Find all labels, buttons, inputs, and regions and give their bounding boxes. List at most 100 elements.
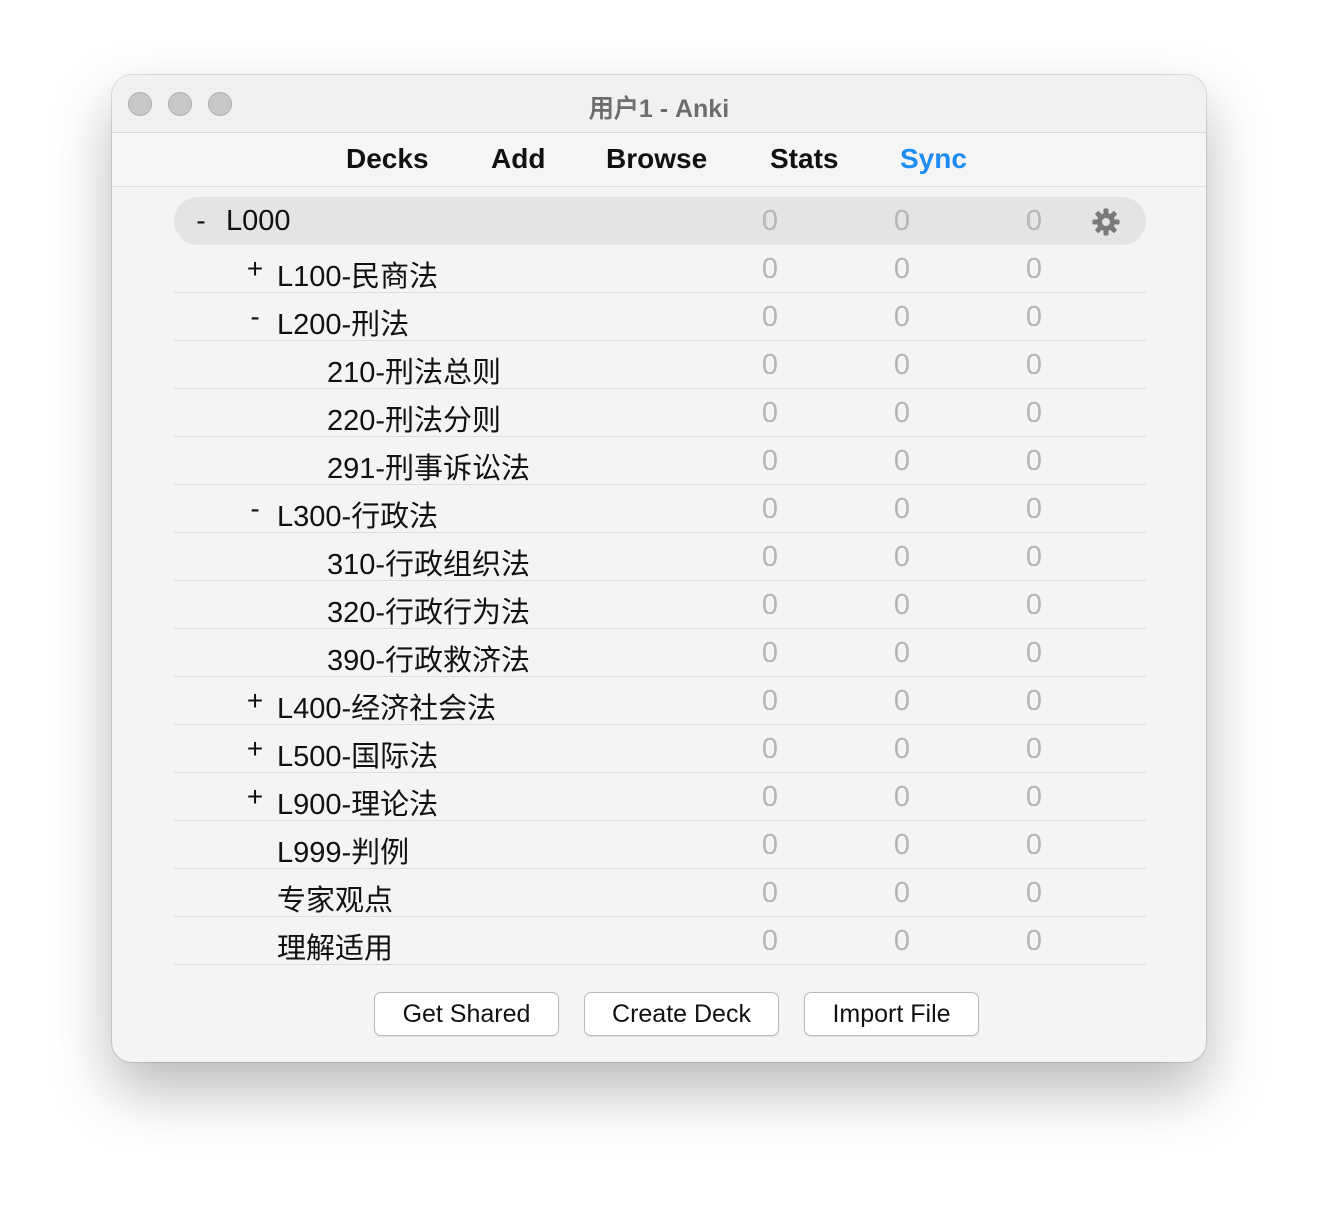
deck-count-new: 0 (761, 397, 779, 429)
deck-count-new: 0 (761, 829, 779, 861)
deck-name[interactable]: 理解适用 (277, 925, 393, 967)
deck-count-due: 0 (1025, 349, 1043, 381)
deck-count-new: 0 (761, 733, 779, 765)
deck-count-due: 0 (1025, 637, 1043, 669)
toolbar-sync[interactable]: Sync (900, 143, 967, 175)
deck-count-learn: 0 (893, 925, 911, 957)
expand-deck-toggle[interactable]: + (244, 253, 266, 285)
deck-count-learn: 0 (893, 493, 911, 525)
deck-count-due: 0 (1025, 205, 1043, 237)
deck-count-due: 0 (1025, 829, 1043, 861)
deck-count-due: 0 (1025, 397, 1043, 429)
toolbar-browse[interactable]: Browse (606, 143, 707, 175)
deck-count-learn: 0 (893, 685, 911, 717)
deck-name[interactable]: L999-判例 (277, 829, 409, 871)
deck-count-new: 0 (761, 253, 779, 285)
deck-count-new: 0 (761, 301, 779, 333)
deck-row[interactable]: + L900-理论法 0 0 0 (174, 773, 1146, 821)
deck-row[interactable]: 320-行政行为法 0 0 0 (174, 581, 1146, 629)
deck-row[interactable]: 220-刑法分则 0 0 0 (174, 389, 1146, 437)
import-file-button[interactable]: Import File (804, 992, 979, 1036)
deck-count-learn: 0 (893, 781, 911, 813)
deck-name[interactable]: L900-理论法 (277, 781, 438, 823)
deck-count-learn: 0 (893, 877, 911, 909)
deck-count-due: 0 (1025, 685, 1043, 717)
deck-count-due: 0 (1025, 733, 1043, 765)
gear-icon[interactable] (1090, 206, 1122, 238)
deck-name[interactable]: 390-行政救济法 (327, 637, 530, 679)
deck-count-learn: 0 (893, 253, 911, 285)
collapse-deck-toggle[interactable]: - (244, 493, 266, 525)
deck-count-due: 0 (1025, 445, 1043, 477)
deck-name[interactable]: 291-刑事诉讼法 (327, 445, 530, 487)
deck-row[interactable]: 310-行政组织法 0 0 0 (174, 533, 1146, 581)
deck-count-new: 0 (761, 589, 779, 621)
deck-name[interactable]: L000 (226, 205, 291, 238)
deck-count-due: 0 (1025, 301, 1043, 333)
deck-count-new: 0 (761, 445, 779, 477)
deck-count-learn: 0 (893, 541, 911, 573)
bottom-button-bar: Get Shared Create Deck Import File (112, 992, 1206, 1038)
deck-row[interactable]: 理解适用 0 0 0 (174, 917, 1146, 965)
deck-count-due: 0 (1025, 877, 1043, 909)
main-toolbar: Decks Add Browse Stats Sync (112, 133, 1206, 187)
deck-count-new: 0 (761, 541, 779, 573)
title-bar[interactable]: 用户1 - Anki (112, 75, 1206, 133)
deck-count-new: 0 (761, 637, 779, 669)
deck-count-learn: 0 (893, 829, 911, 861)
deck-row[interactable]: - L000 0 0 0 (174, 197, 1146, 245)
deck-name[interactable]: L400-经济社会法 (277, 685, 496, 727)
deck-row[interactable]: 291-刑事诉讼法 0 0 0 (174, 437, 1146, 485)
deck-row[interactable]: 专家观点 0 0 0 (174, 869, 1146, 917)
collapse-deck-toggle[interactable]: - (190, 205, 212, 237)
deck-count-learn: 0 (893, 445, 911, 477)
collapse-deck-toggle[interactable]: - (244, 301, 266, 333)
deck-name[interactable]: 320-行政行为法 (327, 589, 530, 631)
deck-count-learn: 0 (893, 205, 911, 237)
deck-count-new: 0 (761, 925, 779, 957)
toolbar-stats[interactable]: Stats (770, 143, 838, 175)
deck-count-learn: 0 (893, 733, 911, 765)
deck-name[interactable]: 220-刑法分则 (327, 397, 501, 439)
deck-count-learn: 0 (893, 301, 911, 333)
deck-row[interactable]: + L400-经济社会法 0 0 0 (174, 677, 1146, 725)
deck-count-learn: 0 (893, 589, 911, 621)
anki-window: 用户1 - Anki Decks Add Browse Stats Sync -… (112, 75, 1206, 1062)
deck-row[interactable]: + L500-国际法 0 0 0 (174, 725, 1146, 773)
deck-name[interactable]: L500-国际法 (277, 733, 438, 775)
deck-row[interactable]: L999-判例 0 0 0 (174, 821, 1146, 869)
deck-count-due: 0 (1025, 781, 1043, 813)
expand-deck-toggle[interactable]: + (244, 781, 266, 813)
deck-count-learn: 0 (893, 397, 911, 429)
deck-count-new: 0 (761, 205, 779, 237)
deck-name[interactable]: L100-民商法 (277, 253, 438, 295)
deck-count-new: 0 (761, 685, 779, 717)
window-title: 用户1 - Anki (588, 95, 730, 123)
create-deck-button[interactable]: Create Deck (584, 992, 779, 1036)
toolbar-decks[interactable]: Decks (346, 143, 429, 175)
get-shared-button[interactable]: Get Shared (374, 992, 559, 1036)
deck-name[interactable]: L300-行政法 (277, 493, 438, 535)
deck-count-due: 0 (1025, 541, 1043, 573)
deck-count-due: 0 (1025, 589, 1043, 621)
deck-name[interactable]: 专家观点 (277, 877, 393, 919)
deck-row[interactable]: 390-行政救济法 0 0 0 (174, 629, 1146, 677)
deck-row[interactable]: - L200-刑法 0 0 0 (174, 293, 1146, 341)
deck-count-new: 0 (761, 781, 779, 813)
deck-row[interactable]: 210-刑法总则 0 0 0 (174, 341, 1146, 389)
deck-count-due: 0 (1025, 493, 1043, 525)
deck-list: - L000 0 0 0 + L100-民商法 0 0 0- L200-刑法 0 0 0 210-刑法总则 0… (174, 197, 1146, 965)
deck-count-new: 0 (761, 877, 779, 909)
deck-name[interactable]: 310-行政组织法 (327, 541, 530, 583)
deck-row[interactable]: + L100-民商法 0 0 0 (174, 245, 1146, 293)
deck-count-learn: 0 (893, 349, 911, 381)
expand-deck-toggle[interactable]: + (244, 733, 266, 765)
deck-count-learn: 0 (893, 637, 911, 669)
toolbar-add[interactable]: Add (491, 143, 545, 175)
deck-name[interactable]: L200-刑法 (277, 301, 409, 343)
deck-count-due: 0 (1025, 253, 1043, 285)
deck-row[interactable]: - L300-行政法 0 0 0 (174, 485, 1146, 533)
expand-deck-toggle[interactable]: + (244, 685, 266, 717)
deck-name[interactable]: 210-刑法总则 (327, 349, 501, 391)
deck-count-new: 0 (761, 493, 779, 525)
